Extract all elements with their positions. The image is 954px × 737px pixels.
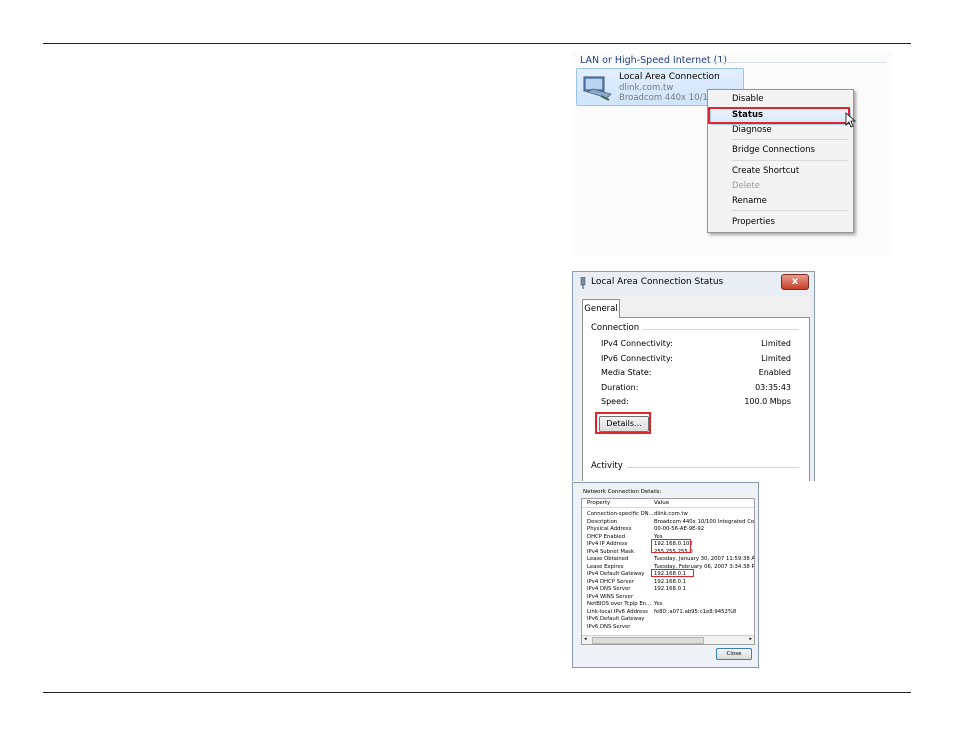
details-property: IPv6 DNS Server [587, 623, 631, 630]
context-menu: Disable Status Diagnose Bridge Connectio… [707, 89, 854, 233]
details-row[interactable]: IPv6 DNS Server [582, 623, 754, 631]
mouse-pointer-icon [845, 112, 857, 128]
column-header-value[interactable]: Value [654, 500, 669, 506]
status-value: 03:35:43 [755, 383, 791, 392]
ip-highlight-box [651, 539, 691, 553]
section-divider [623, 467, 799, 468]
activity-section-label: Activity [591, 461, 627, 471]
menu-separator [732, 210, 848, 211]
status-key: Speed: [601, 397, 629, 406]
details-row[interactable]: NetBIOS over Tcpip En... Yes [582, 601, 754, 608]
details-property: NetBIOS over Tcpip En... [587, 601, 652, 607]
details-property: Lease Expires [587, 563, 624, 570]
dialog-client-area: General Connection IPv4 Connectivity: Li… [578, 296, 811, 481]
status-row: IPv4 Connectivity: Limited [601, 339, 791, 351]
connection-name: Local Area Connection [619, 72, 720, 82]
status-row: Media State: Enabled [601, 368, 791, 380]
status-key: Media State: [601, 368, 652, 377]
details-value: 192.168.0.1 [654, 586, 687, 592]
tab-page: Connection IPv4 Connectivity: Limited IP… [582, 317, 810, 481]
status-value: 100.0 Mbps [744, 397, 791, 406]
details-value: Broadcom 440x 10/100 Integrated Contro [654, 518, 755, 525]
details-property: IPv4 IP Address [587, 541, 628, 547]
details-row[interactable]: Physical Address 00-00-56-AE-9E-92 [582, 526, 754, 533]
details-highlight-box [595, 412, 651, 434]
details-row[interactable]: IPv4 DHCP Server 192.168.0.1 [582, 578, 754, 586]
details-property: Link-local IPv6 Address [587, 608, 648, 615]
menu-item-rename[interactable]: Rename [732, 196, 767, 206]
network-connection-details-dialog: Network Connection Details: Property Val… [572, 482, 759, 668]
details-property: Lease Obtained [587, 556, 629, 562]
details-property: Connection-specific DN... [587, 511, 654, 517]
details-value: 192.168.0.1 [654, 578, 687, 585]
horizontal-scrollbar[interactable]: ◂ ▸ [582, 635, 754, 644]
details-property: Description [587, 518, 618, 525]
details-value: dlink.com.tw [654, 511, 688, 517]
status-key: Duration: [601, 383, 639, 392]
details-value: 00-00-56-AE-9E-92 [654, 526, 705, 532]
status-value: Limited [761, 339, 791, 348]
details-value: Yes [654, 601, 663, 607]
details-row[interactable]: IPv4 DNS Server 192.168.0.1 [582, 586, 754, 593]
details-property: DHCP Enabled [587, 533, 626, 540]
details-value: Tuesday, January 30, 2007 11:59:38 AM [654, 556, 755, 562]
menu-item-diagnose[interactable]: Diagnose [732, 125, 772, 135]
column-header-property[interactable]: Property [587, 500, 610, 506]
group-label: LAN or High-Speed Internet (1) [580, 55, 728, 66]
menu-item-properties[interactable]: Properties [732, 217, 775, 227]
details-property: IPv6 Default Gateway [587, 616, 645, 622]
status-value: Enabled [758, 368, 791, 377]
details-row[interactable]: Connection-specific DN... dlink.com.tw [582, 511, 754, 518]
details-property: IPv4 DHCP Server [587, 578, 634, 585]
close-button[interactable]: x [781, 274, 809, 290]
scroll-right-icon[interactable]: ▸ [749, 636, 752, 642]
connection-section-label: Connection [591, 323, 644, 333]
bottom-rule [43, 692, 911, 693]
details-row[interactable]: Lease Obtained Tuesday, January 30, 2007 … [582, 556, 755, 563]
connection-adapter: Broadcom 440x 10/100 [619, 93, 714, 103]
details-property: IPv4 WINS Server [587, 593, 634, 600]
scroll-left-icon[interactable]: ◂ [584, 636, 587, 642]
details-property: IPv4 Subnet Mask [587, 548, 635, 555]
connection-status-dialog: Local Area Connection Status x General C… [572, 271, 815, 481]
status-key: IPv4 Connectivity: [601, 339, 673, 348]
details-title: Network Connection Details: [583, 489, 662, 495]
status-row: Speed: 100.0 Mbps [601, 397, 791, 409]
status-value: Limited [761, 354, 791, 363]
tab-general[interactable]: General [582, 299, 620, 318]
details-list: Property Value Connection-specific DN...… [581, 498, 755, 645]
scroll-thumb[interactable] [592, 637, 704, 644]
top-rule [43, 43, 911, 44]
menu-item-disable[interactable]: Disable [732, 94, 764, 104]
details-row[interactable]: Description Broadcom 440x 10/100 Integrat… [582, 518, 755, 526]
details-row[interactable]: Link-local IPv6 Address fe80::a071:ab95:c… [582, 608, 754, 616]
status-row: IPv6 Connectivity: Limited [601, 354, 791, 366]
section-divider [623, 329, 799, 330]
status-row: Duration: 03:35:43 [601, 383, 791, 395]
details-row[interactable]: IPv6 Default Gateway [582, 616, 754, 623]
status-key: IPv6 Connectivity: [601, 354, 673, 363]
network-adapter-icon [583, 76, 612, 101]
menu-separator [732, 139, 848, 140]
network-icon [580, 277, 586, 289]
details-header: Property Value [582, 499, 754, 508]
details-value: fe80::a071:ab95:c1e8:9452%8 [654, 608, 737, 615]
menu-item-delete[interactable]: Delete [732, 181, 760, 191]
gateway-highlight-box [651, 569, 694, 577]
close-button[interactable]: Close [716, 648, 752, 660]
details-property: IPv4 Default Gateway [587, 571, 645, 577]
dialog-title: Local Area Connection Status [591, 277, 724, 287]
details-row[interactable]: IPv4 WINS Server [582, 593, 754, 601]
connection-domain: dlink.com.tw [619, 83, 674, 93]
details-property: IPv4 DNS Server [587, 586, 631, 592]
details-property: Physical Address [587, 526, 632, 532]
menu-separator [732, 160, 848, 161]
network-connections-panel: LAN or High-Speed Internet (1) Local Are… [572, 53, 892, 255]
status-highlight-box [708, 107, 850, 124]
group-divider [710, 62, 886, 63]
menu-item-create-shortcut[interactable]: Create Shortcut [732, 166, 799, 176]
menu-item-bridge-connections[interactable]: Bridge Connections [732, 145, 815, 155]
